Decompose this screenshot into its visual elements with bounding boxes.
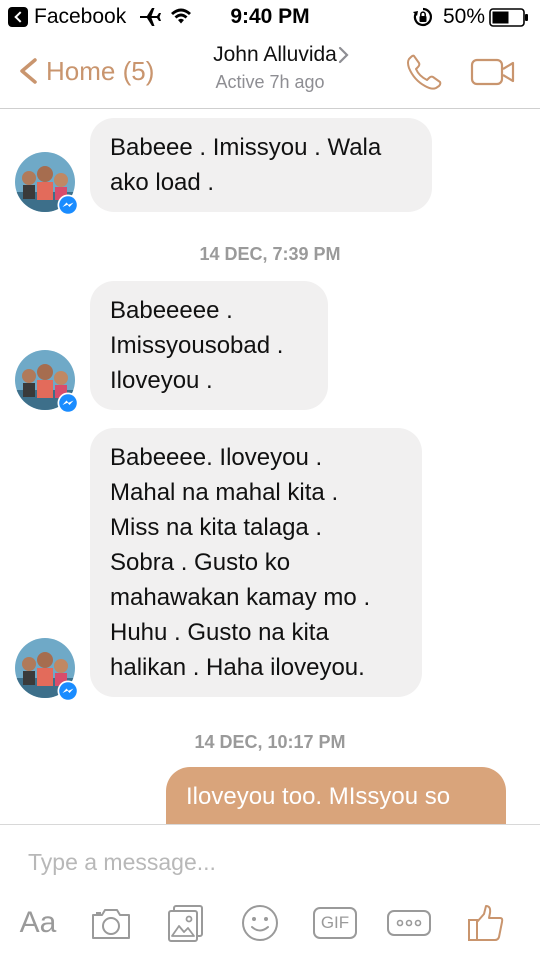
like-icon[interactable] — [466, 903, 506, 943]
message-line: Babeee . Imissyou . Wala — [110, 134, 382, 161]
message-thread[interactable]: Babeee . Imissyou . Wala ako load . 14 D… — [0, 110, 540, 824]
aa-button[interactable]: Aa — [16, 903, 60, 943]
aa-label: Aa — [19, 906, 57, 939]
battery-icon — [489, 8, 528, 27]
emoji-icon[interactable] — [240, 903, 280, 943]
battery-percentage: 50% — [443, 5, 486, 28]
gif-button[interactable]: GIF — [312, 903, 358, 943]
timestamp: 14 DEC, 10:17 PM — [194, 732, 346, 752]
messenger-badge-icon — [57, 680, 79, 702]
back-chevron-icon[interactable] — [18, 58, 38, 84]
conversation-header: Home (5) John Alluvida Active 7h ago — [0, 36, 540, 109]
contact-name[interactable]: John Alluvida — [190, 43, 360, 67]
message-bubble-incoming[interactable]: Babeeeee . Imissyousobad . Iloveyou . — [90, 281, 328, 410]
gif-label: GIF — [312, 907, 358, 939]
phone-icon[interactable] — [405, 53, 443, 91]
message-line: ako load . — [110, 169, 215, 196]
more-icon[interactable] — [386, 903, 432, 943]
message-bubble-outgoing[interactable]: Iloveyou too. MIssyou so — [166, 767, 506, 824]
status-bar: Facebook 9:40 PM 50% — [0, 0, 540, 36]
camera-icon[interactable] — [90, 903, 132, 943]
message-line: Babeeeee . — [110, 297, 233, 324]
video-call-icon[interactable] — [470, 58, 516, 86]
message-line: Imissyousobad . — [110, 332, 284, 359]
timestamp: 14 DEC, 7:39 PM — [199, 244, 341, 264]
messenger-badge-icon — [57, 392, 79, 414]
message-line: Miss na kita talaga . — [110, 514, 323, 541]
message-line: Sobra . Gusto ko — [110, 549, 291, 576]
message-line: mahawakan kamay mo . — [110, 584, 371, 611]
message-line: Huhu . Gusto na kita — [110, 619, 329, 646]
message-bubble-incoming[interactable]: Babeeee. Iloveyou . Mahal na mahal kita … — [90, 428, 422, 697]
message-input[interactable]: Type a message... — [28, 849, 216, 876]
chevron-right-icon[interactable] — [337, 45, 351, 65]
back-button[interactable]: Home (5) — [46, 56, 154, 87]
message-line: Iloveyou . — [110, 367, 213, 394]
message-line: Iloveyou too. MIssyou so — [186, 783, 451, 810]
message-bubble-incoming[interactable]: Babeee . Imissyou . Wala ako load . — [90, 118, 432, 212]
messenger-badge-icon — [57, 194, 79, 216]
contact-status: Active 7h ago — [215, 72, 325, 92]
message-line: Babeeee. Iloveyou . — [110, 444, 323, 471]
photo-gallery-icon[interactable] — [166, 903, 206, 943]
message-line: halikan . Haha iloveyou. — [110, 654, 365, 681]
composer: Type a message... Aa GIF — [0, 824, 540, 960]
message-line: Mahal na mahal kita . — [110, 479, 339, 506]
rotation-lock-icon — [413, 7, 432, 27]
